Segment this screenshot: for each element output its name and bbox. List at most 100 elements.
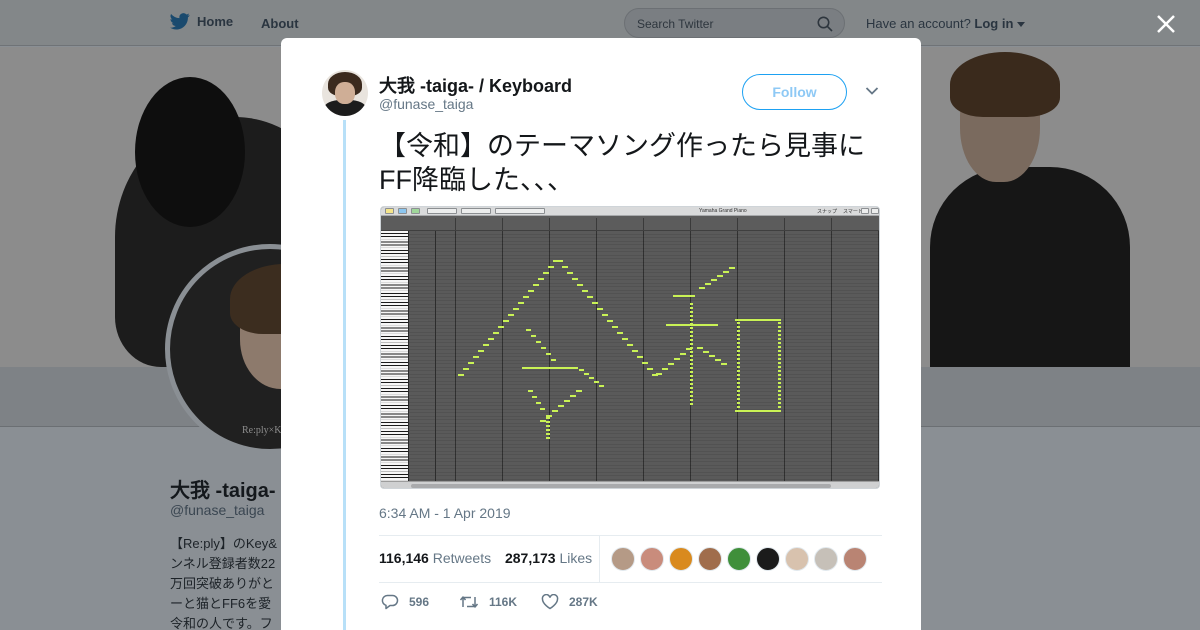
midi-note (737, 406, 740, 408)
midi-note (552, 410, 558, 412)
piano-roll-playhead (435, 231, 436, 481)
chevron-down-icon[interactable] (865, 86, 879, 96)
search-input[interactable]: Search Twitter (637, 17, 713, 31)
midi-note (458, 374, 464, 376)
search-box[interactable]: Search Twitter (624, 8, 845, 38)
author-handle[interactable]: @funase_taiga (379, 96, 473, 112)
ruler-tick (549, 218, 550, 230)
liker-avatar[interactable] (727, 547, 751, 571)
login-link[interactable]: Log in (974, 16, 1013, 31)
midi-note (546, 425, 550, 427)
retweets-stat[interactable]: 116,146 Retweets (379, 550, 491, 566)
midi-note (690, 399, 693, 401)
account-prompt-text: Have an account? (866, 16, 971, 31)
liker-avatar[interactable] (843, 547, 867, 571)
midi-note (737, 398, 740, 400)
midi-note (778, 358, 781, 360)
stats-separator (599, 536, 600, 582)
follow-button[interactable]: Follow (742, 74, 847, 110)
midi-note (778, 334, 781, 336)
ruler-tick (690, 218, 691, 230)
liker-avatar[interactable] (640, 547, 664, 571)
ruler-tick (502, 218, 503, 230)
midi-note (778, 394, 781, 396)
midi-note (579, 369, 584, 371)
midi-note (737, 370, 740, 372)
midi-note (656, 373, 662, 375)
nav-about-link[interactable]: About (261, 16, 299, 31)
midi-note (674, 358, 680, 360)
midi-note (721, 363, 727, 365)
toolbar-button (427, 208, 457, 214)
midi-note (690, 375, 693, 377)
liker-avatar[interactable] (611, 547, 635, 571)
midi-note (737, 386, 740, 388)
liker-avatar[interactable] (698, 547, 722, 571)
midi-note (508, 314, 514, 316)
midi-note (522, 367, 578, 369)
midi-note (570, 395, 576, 397)
like-count: 287,173 (504, 550, 556, 566)
account-prompt: Have an account? Log in (866, 16, 1026, 31)
profile-name: 大我 -taiga- (170, 480, 276, 502)
midi-note (546, 417, 550, 419)
close-icon[interactable] (1155, 13, 1177, 35)
midi-note (715, 359, 721, 361)
midi-note (778, 330, 781, 332)
caret-down-icon[interactable] (1017, 21, 1026, 28)
author-avatar-face (335, 82, 355, 104)
retweet-action[interactable]: 116K (459, 594, 517, 610)
midi-note (468, 362, 474, 364)
author-avatar[interactable] (322, 70, 368, 116)
midi-note (668, 363, 674, 365)
reply-count: 596 (409, 595, 430, 609)
nav-home-link[interactable]: Home (170, 13, 233, 30)
midi-note (627, 344, 633, 346)
nav-home-label: Home (197, 14, 234, 29)
midi-note (567, 272, 573, 274)
midi-note (572, 278, 578, 280)
midi-note (737, 362, 740, 364)
midi-note (737, 402, 740, 404)
midi-note (737, 350, 740, 352)
midi-note (528, 290, 534, 292)
liker-avatar[interactable] (756, 547, 780, 571)
midi-note (778, 338, 781, 340)
midi-note (778, 398, 781, 400)
midi-note (602, 314, 608, 316)
midi-note (690, 307, 693, 309)
profile-bio: 【Re:ply】のKey& ンネル登録者数22 万回突破ありがと ーと猫とFF6… (170, 534, 277, 630)
midi-note (778, 346, 781, 348)
like-action-count: 287K (569, 595, 598, 609)
profile-handle: @funase_taiga (170, 502, 265, 518)
midi-note (662, 368, 668, 370)
search-icon[interactable] (817, 16, 833, 32)
author-name[interactable]: 大我 -taiga- / Keyboard (379, 72, 572, 98)
liker-avatar[interactable] (785, 547, 809, 571)
like-action[interactable]: 287K (541, 594, 598, 610)
likes-stat[interactable]: 287,173 Likes (505, 550, 592, 566)
midi-note (690, 351, 693, 353)
midi-note (690, 387, 693, 389)
tweet-timestamp[interactable]: 6:34 AM - 1 Apr 2019 (379, 505, 511, 521)
profile-bio-line: 万回突破ありがと (170, 576, 275, 591)
tweet-media-image[interactable]: Yamaha Grand Piano スナップ スマート (380, 206, 880, 489)
midi-note (564, 400, 570, 402)
toolbar-snap-label: スナップ (817, 209, 838, 215)
midi-note (690, 391, 693, 393)
midi-note (536, 402, 541, 404)
midi-note (528, 390, 533, 392)
midi-note (518, 302, 524, 304)
reply-icon (381, 594, 399, 610)
midi-note (778, 362, 781, 364)
piano-roll-scrollbar[interactable] (381, 481, 879, 488)
reply-action[interactable]: 596 (381, 594, 429, 610)
midi-note (737, 322, 740, 324)
piano-keyboard (381, 231, 409, 481)
liker-avatar[interactable] (669, 547, 693, 571)
midi-note (690, 379, 693, 381)
midi-note (533, 284, 539, 286)
ruler-tick (455, 218, 456, 230)
liker-avatar[interactable] (814, 547, 838, 571)
scrollbar-thumb[interactable] (411, 484, 831, 488)
